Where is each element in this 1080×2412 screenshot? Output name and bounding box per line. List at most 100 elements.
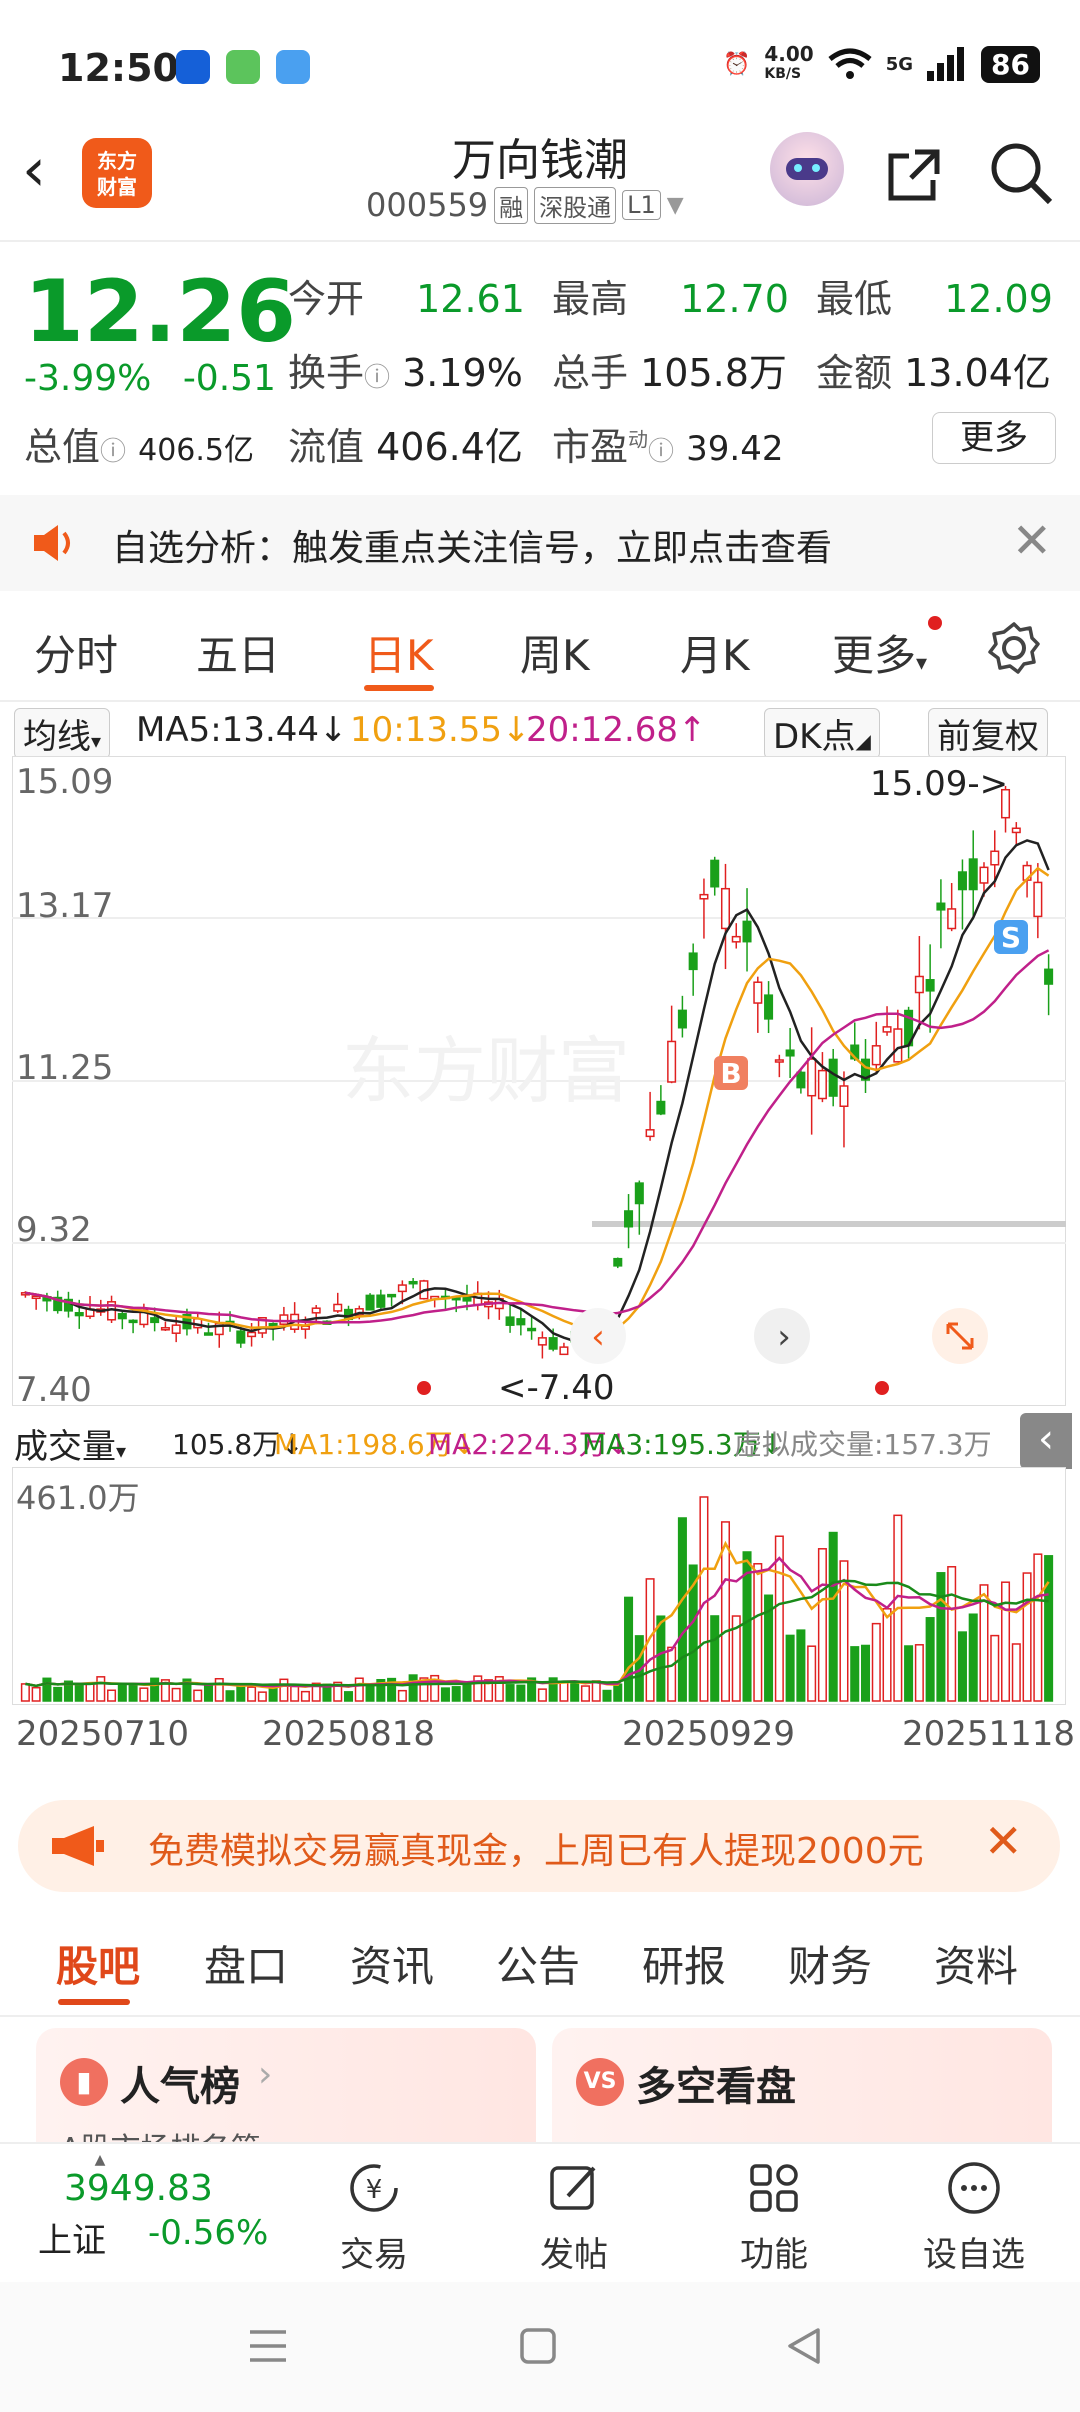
- kline-chart[interactable]: 东方财富 B S ‹ › 15.09 13.17 11.25 9.32 7.40…: [11, 755, 1067, 1410]
- weather-notification-icon: [276, 50, 310, 84]
- tab-monthly-k[interactable]: 月K: [680, 622, 750, 683]
- signal-dot: [875, 1381, 889, 1395]
- quote-panel: 12.26 -3.99% -0.51 今开 12.61 最高 12.70 最低 …: [0, 250, 1080, 490]
- date-axis: 20250710 20250818 20250929 20251118: [0, 1712, 1080, 1758]
- ai-assistant-icon[interactable]: [770, 132, 844, 206]
- amount-label: 金额: [816, 351, 893, 395]
- stock-header: ‹ 东方 财富 万向钱潮 000559 融 深股通 L1 ▼: [0, 110, 1080, 240]
- search-icon[interactable]: [988, 140, 1054, 206]
- tab-news[interactable]: 资讯: [350, 1933, 434, 1994]
- sell-marker[interactable]: S: [994, 920, 1028, 954]
- tab-finance[interactable]: 财务: [788, 1933, 872, 1994]
- mktcap-value: 406.5亿: [138, 433, 255, 468]
- promo-banner[interactable]: 免费模拟交易赢真现金，上周已有人提现2000元 ✕: [18, 1800, 1060, 1892]
- svg-text:›: ›: [777, 1317, 791, 1357]
- more-quote-button[interactable]: 更多: [932, 412, 1056, 464]
- net-unit: KB/S: [764, 66, 802, 82]
- open-label: 今开: [288, 277, 365, 321]
- tab-announcements[interactable]: 公告: [496, 1933, 580, 1994]
- tab-daily-k[interactable]: 日K: [364, 622, 434, 683]
- change-absolute: -0.51: [182, 358, 276, 399]
- nav-add-watchlist[interactable]: 设自选: [904, 2158, 1044, 2276]
- dropdown-icon: ▼: [666, 192, 684, 218]
- volume-max-label: 461.0万: [16, 1479, 140, 1517]
- close-icon[interactable]: ✕: [1012, 513, 1052, 569]
- promo-text: 免费模拟交易赢真现金，上周已有人提现2000元: [148, 1831, 924, 1872]
- volume-chart[interactable]: 461.0万: [11, 1466, 1067, 1706]
- info-icon[interactable]: ⓘ: [364, 363, 390, 393]
- nav-post[interactable]: 发帖: [504, 2158, 644, 2276]
- connect-tag: 深股通: [534, 186, 617, 224]
- back-nav-icon[interactable]: [784, 2326, 824, 2366]
- chevron-down-icon: ◢: [855, 729, 871, 753]
- turnover-field: 换手ⓘ 3.19%: [288, 342, 523, 397]
- dk-selector[interactable]: DK点◢: [764, 708, 880, 759]
- info-icon[interactable]: ⓘ: [648, 437, 674, 467]
- ma10-value: 10:13.55↓: [350, 710, 531, 750]
- notice-banner[interactable]: 自选分析：触发重点关注信号，立即点击查看 ✕: [0, 495, 1080, 591]
- open-value: 12.61: [416, 277, 525, 321]
- volume-field: 总手 105.8万: [552, 342, 787, 397]
- close-icon[interactable]: ✕: [984, 1814, 1023, 1868]
- bar-chart-icon: ▮: [60, 2058, 108, 2106]
- dk-label: DK点: [773, 717, 856, 757]
- collapse-panel-button[interactable]: ‹: [1020, 1413, 1072, 1469]
- indicator-selector[interactable]: 均线▾: [14, 708, 111, 759]
- pe-label: 市盈: [552, 425, 629, 469]
- buy-marker[interactable]: B: [714, 1056, 748, 1090]
- stock-code: 000559: [366, 186, 489, 224]
- stock-code-row[interactable]: 000559 融 深股通 L1 ▼: [366, 186, 684, 224]
- margin-tag: 融: [494, 186, 529, 224]
- home-icon[interactable]: [518, 2326, 558, 2366]
- volume-selector-label: 成交量: [14, 1427, 116, 1467]
- share-icon[interactable]: [885, 144, 945, 204]
- next-chart-button[interactable]: ›: [754, 1308, 810, 1364]
- bull-bear-title: 多空看盘: [636, 2064, 796, 2110]
- status-right: ⏰ 4.00 KB/S 5G 86: [723, 44, 1040, 84]
- status-time: 12:50: [58, 46, 179, 90]
- nav-features[interactable]: 功能: [704, 2158, 844, 2276]
- prev-chart-button[interactable]: ‹: [570, 1308, 626, 1364]
- float-label: 流值: [288, 425, 365, 469]
- info-icon[interactable]: ⓘ: [100, 437, 126, 467]
- tab-orderbook[interactable]: 盘口: [204, 1933, 288, 1994]
- tab-five-day[interactable]: 五日: [196, 622, 280, 683]
- nav-trade-label: 交易: [340, 2235, 408, 2275]
- low-field: 最低 12.09: [816, 268, 1053, 323]
- tab-profile[interactable]: 资料: [934, 1933, 1018, 1994]
- tab-more[interactable]: 更多▾: [832, 622, 927, 683]
- chevron-down-icon: ▾: [91, 729, 102, 753]
- menu-icon[interactable]: [246, 2326, 290, 2366]
- date-label: 20250710: [16, 1714, 190, 1754]
- tab-weekly-k[interactable]: 周K: [520, 622, 590, 683]
- gear-icon[interactable]: [986, 620, 1042, 676]
- new-badge: [928, 616, 942, 630]
- volume-selector[interactable]: 成交量▾: [14, 1419, 126, 1468]
- amount-field: 金额 13.04亿: [816, 342, 1051, 397]
- high-field: 最高 12.70: [552, 268, 789, 323]
- feed-tabs: 股吧 盘口 资讯 公告 研报 财务 资料: [0, 1905, 1080, 2015]
- expand-icon[interactable]: [932, 1308, 988, 1364]
- svg-text:S: S: [1001, 921, 1021, 954]
- tab-intraday[interactable]: 分时: [34, 622, 118, 683]
- tab-research[interactable]: 研报: [642, 1933, 726, 1994]
- ma5-value: MA5:13.44↓: [136, 710, 348, 750]
- more-icon: [948, 2162, 1000, 2214]
- nav-trade[interactable]: ¥ 交易: [304, 2158, 444, 2276]
- turnover-label: 换手: [288, 351, 365, 395]
- price-change: -3.99% -0.51: [24, 358, 276, 399]
- watermark: 东方财富: [342, 1029, 630, 1113]
- index-ticker[interactable]: ▲ 3949.83 上证 -0.56%: [30, 2152, 280, 2262]
- trade-icon: ¥: [350, 2164, 398, 2212]
- virtual-volume: 虚拟成交量:157.3万: [734, 1428, 992, 1461]
- index-name: 上证: [38, 2221, 106, 2261]
- adjust-button[interactable]: 前复权: [928, 708, 1048, 759]
- volume-legend: 成交量▾ 105.8万↓ MA1:198.6万↓ MA2:224.3万↓ MA3…: [0, 1413, 1080, 1469]
- index-value: 3949.83: [64, 2168, 213, 2209]
- level-tag: L1: [622, 190, 661, 220]
- svg-text:‹: ‹: [591, 1317, 605, 1357]
- mktcap-field: 总值ⓘ 406.5亿: [24, 416, 254, 471]
- change-percent: -3.99%: [24, 358, 152, 399]
- tab-forum[interactable]: 股吧: [56, 1933, 140, 1994]
- message-notification-icon: [226, 50, 260, 84]
